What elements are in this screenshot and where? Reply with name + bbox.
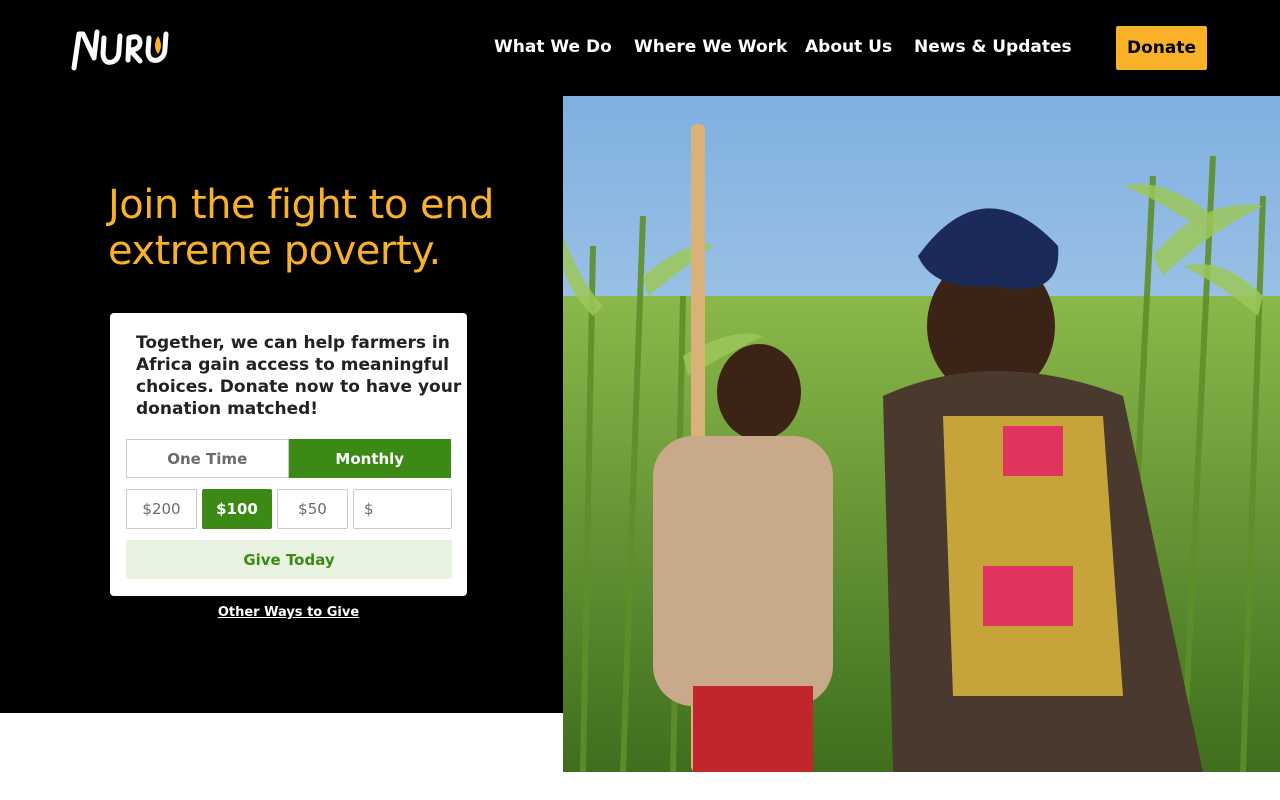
currency-symbol: $ [364,500,374,518]
monthly-button[interactable]: Monthly [288,439,451,478]
other-ways-to-give-link[interactable]: Other Ways to Give [110,605,467,620]
hero-headline-line-1: Join the fight to end [108,182,494,228]
donation-pitch-line: choices. Donate now to have your [136,377,462,397]
nav-news-updates[interactable]: News & Updates [914,35,1072,59]
amount-200-button[interactable]: $200 [126,489,197,529]
page: What We Do Where We Work About Us News &… [0,0,1280,800]
one-time-button[interactable]: One Time [126,439,289,478]
hero-headline-line-2: extreme poverty. [108,228,441,274]
donation-pitch-line: Africa gain access to meaningful [136,355,449,375]
amount-100-button[interactable]: $100 [202,489,272,529]
give-today-button[interactable]: Give Today [126,540,452,579]
nuru-logo-icon [71,29,169,71]
farmers-in-cornfield-photo-icon [563,96,1280,772]
amount-50-button[interactable]: $50 [277,489,348,529]
site-header: What We Do Where We Work About Us News &… [0,0,1280,96]
nuru-logo[interactable] [70,24,185,72]
custom-amount-field[interactable]: $ [353,489,452,529]
donation-pitch: Together, we can help farmers in Africa … [136,332,462,420]
donation-pitch-line: donation matched! [136,399,319,419]
donation-pitch-line: Together, we can help farmers in [136,333,450,353]
nav-what-we-do[interactable]: What We Do [494,35,612,59]
header-donate-button[interactable]: Donate [1116,26,1207,70]
nav-where-we-work[interactable]: Where We Work [634,35,787,59]
nav-about-us[interactable]: About Us [805,35,892,59]
custom-amount-input[interactable] [377,499,448,519]
hero-headline: Join the fight to end extreme poverty. [108,182,508,274]
donation-card: Together, we can help farmers in Africa … [110,313,467,596]
hero-photo [563,96,1280,772]
frequency-toggle: One Time Monthly [126,439,451,478]
